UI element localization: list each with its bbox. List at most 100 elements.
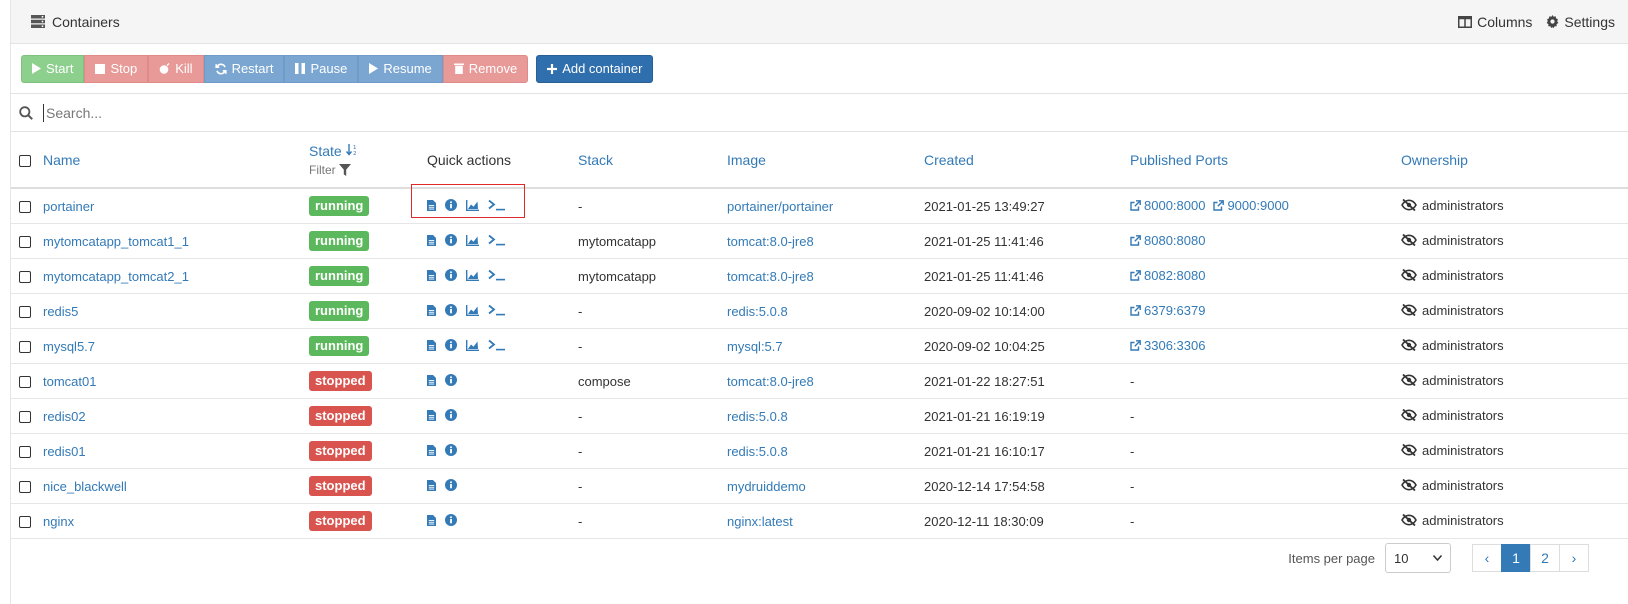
logs-icon[interactable] (427, 304, 436, 316)
created-column-header[interactable]: Created (924, 152, 974, 168)
image-link[interactable]: mysql:5.7 (727, 339, 783, 354)
name-column-header[interactable]: Name (43, 152, 80, 168)
state-filter[interactable]: Filter (309, 163, 427, 177)
published-port-link[interactable]: 8082:8080 (1130, 268, 1205, 283)
search-input[interactable] (43, 103, 648, 122)
row-checkbox[interactable] (19, 271, 31, 284)
inspect-icon[interactable] (445, 374, 457, 386)
inspect-icon[interactable] (445, 339, 457, 351)
stop-button[interactable]: Stop (84, 54, 149, 83)
image-link[interactable]: redis:5.0.8 (727, 444, 788, 459)
console-icon[interactable] (488, 234, 506, 246)
items-per-page-select[interactable]: 10 (1385, 543, 1451, 573)
logs-icon[interactable] (427, 409, 436, 421)
container-name-link[interactable]: tomcat01 (43, 374, 96, 389)
created-cell: 2020-09-02 10:04:25 (924, 338, 1045, 354)
console-icon[interactable] (488, 304, 506, 316)
created-cell: 2020-09-02 10:14:00 (924, 303, 1045, 319)
logs-icon[interactable] (427, 444, 436, 456)
pagination-page-2[interactable]: 2 (1530, 544, 1560, 572)
created-cell: 2021-01-21 16:19:19 (924, 408, 1045, 424)
row-checkbox[interactable] (19, 516, 31, 529)
logs-icon[interactable] (427, 374, 436, 386)
no-ports: - (1130, 373, 1135, 389)
image-link[interactable]: tomcat:8.0-jre8 (727, 269, 814, 284)
inspect-icon[interactable] (445, 444, 457, 456)
columns-button[interactable]: Columns (1458, 14, 1532, 30)
start-button[interactable]: Start (21, 54, 85, 83)
select-all-checkbox[interactable] (19, 154, 31, 167)
logs-icon[interactable] (427, 269, 436, 281)
pagination-page-1[interactable]: 1 (1501, 544, 1531, 572)
stack-column-header[interactable]: Stack (578, 152, 613, 168)
stats-icon[interactable] (466, 234, 479, 246)
image-link[interactable]: portainer/portainer (727, 199, 833, 214)
stats-icon[interactable] (466, 339, 479, 351)
inspect-icon[interactable] (445, 269, 457, 281)
remove-button[interactable]: Remove (442, 54, 529, 83)
image-link[interactable]: mydruiddemo (727, 479, 806, 494)
state-column-header[interactable]: State 12 (309, 143, 427, 159)
row-checkbox[interactable] (19, 411, 31, 424)
image-link[interactable]: redis:5.0.8 (727, 304, 788, 319)
published-port-link[interactable]: 3306:3306 (1130, 338, 1205, 353)
ownership-cell: administrators (1401, 338, 1504, 353)
inspect-icon[interactable] (445, 409, 457, 421)
published-port-link[interactable]: 8080:8080 (1130, 233, 1205, 248)
pagination-prev[interactable]: ‹ (1472, 544, 1502, 572)
container-name-link[interactable]: redis02 (43, 409, 86, 424)
inspect-icon[interactable] (445, 514, 457, 526)
add-container-label: Add container (562, 61, 643, 76)
row-checkbox[interactable] (19, 306, 31, 319)
created-cell: 2021-01-25 11:41:46 (924, 233, 1044, 249)
ownership-column-header[interactable]: Ownership (1401, 152, 1468, 168)
row-checkbox[interactable] (19, 341, 31, 354)
published-port-link[interactable]: 8000:8000 (1130, 198, 1205, 213)
inspect-icon[interactable] (445, 304, 457, 316)
console-icon[interactable] (488, 269, 506, 281)
image-link[interactable]: redis:5.0.8 (727, 409, 788, 424)
logs-icon[interactable] (427, 234, 436, 246)
row-checkbox[interactable] (19, 446, 31, 459)
pause-button[interactable]: Pause (284, 54, 359, 83)
image-link[interactable]: tomcat:8.0-jre8 (727, 374, 814, 389)
container-name-link[interactable]: nice_blackwell (43, 479, 127, 494)
published-port-link[interactable]: 9000:9000 (1213, 198, 1289, 213)
kill-button[interactable]: Kill (148, 54, 204, 83)
published-port-link[interactable]: 6379:6379 (1130, 303, 1205, 318)
row-checkbox[interactable] (19, 376, 31, 389)
logs-icon[interactable] (427, 479, 436, 491)
created-cell: 2021-01-21 16:10:17 (924, 443, 1045, 459)
row-checkbox[interactable] (19, 201, 31, 214)
image-link[interactable]: nginx:latest (727, 514, 793, 529)
container-name-link[interactable]: nginx (43, 514, 74, 529)
restart-button[interactable]: Restart (203, 54, 285, 83)
settings-button[interactable]: Settings (1546, 14, 1615, 30)
ownership-cell: administrators (1401, 373, 1504, 388)
stats-icon[interactable] (466, 304, 479, 316)
stats-icon[interactable] (466, 269, 479, 281)
logs-icon[interactable] (427, 339, 436, 351)
columns-icon (1458, 15, 1473, 28)
resume-button[interactable]: Resume (358, 54, 443, 83)
inspect-icon[interactable] (445, 234, 457, 246)
ownership-cell: administrators (1401, 443, 1504, 458)
container-name-link[interactable]: mytomcatapp_tomcat1_1 (43, 234, 189, 249)
container-name-link[interactable]: mysql5.7 (43, 339, 95, 354)
container-name-link[interactable]: redis5 (43, 304, 78, 319)
inspect-icon[interactable] (445, 479, 457, 491)
ports-column-header[interactable]: Published Ports (1130, 152, 1228, 168)
add-container-button[interactable]: Add container (536, 54, 654, 83)
container-name-link[interactable]: portainer (43, 199, 94, 214)
container-name-link[interactable]: redis01 (43, 444, 86, 459)
pagination-next[interactable]: › (1559, 544, 1589, 572)
row-checkbox[interactable] (19, 481, 31, 494)
eye-slash-icon (1401, 269, 1417, 282)
console-icon[interactable] (488, 339, 506, 351)
image-column-header[interactable]: Image (727, 152, 766, 168)
logs-icon[interactable] (427, 514, 436, 526)
kill-label: Kill (175, 61, 193, 76)
container-name-link[interactable]: mytomcatapp_tomcat2_1 (43, 269, 189, 284)
image-link[interactable]: tomcat:8.0-jre8 (727, 234, 814, 249)
row-checkbox[interactable] (19, 236, 31, 249)
